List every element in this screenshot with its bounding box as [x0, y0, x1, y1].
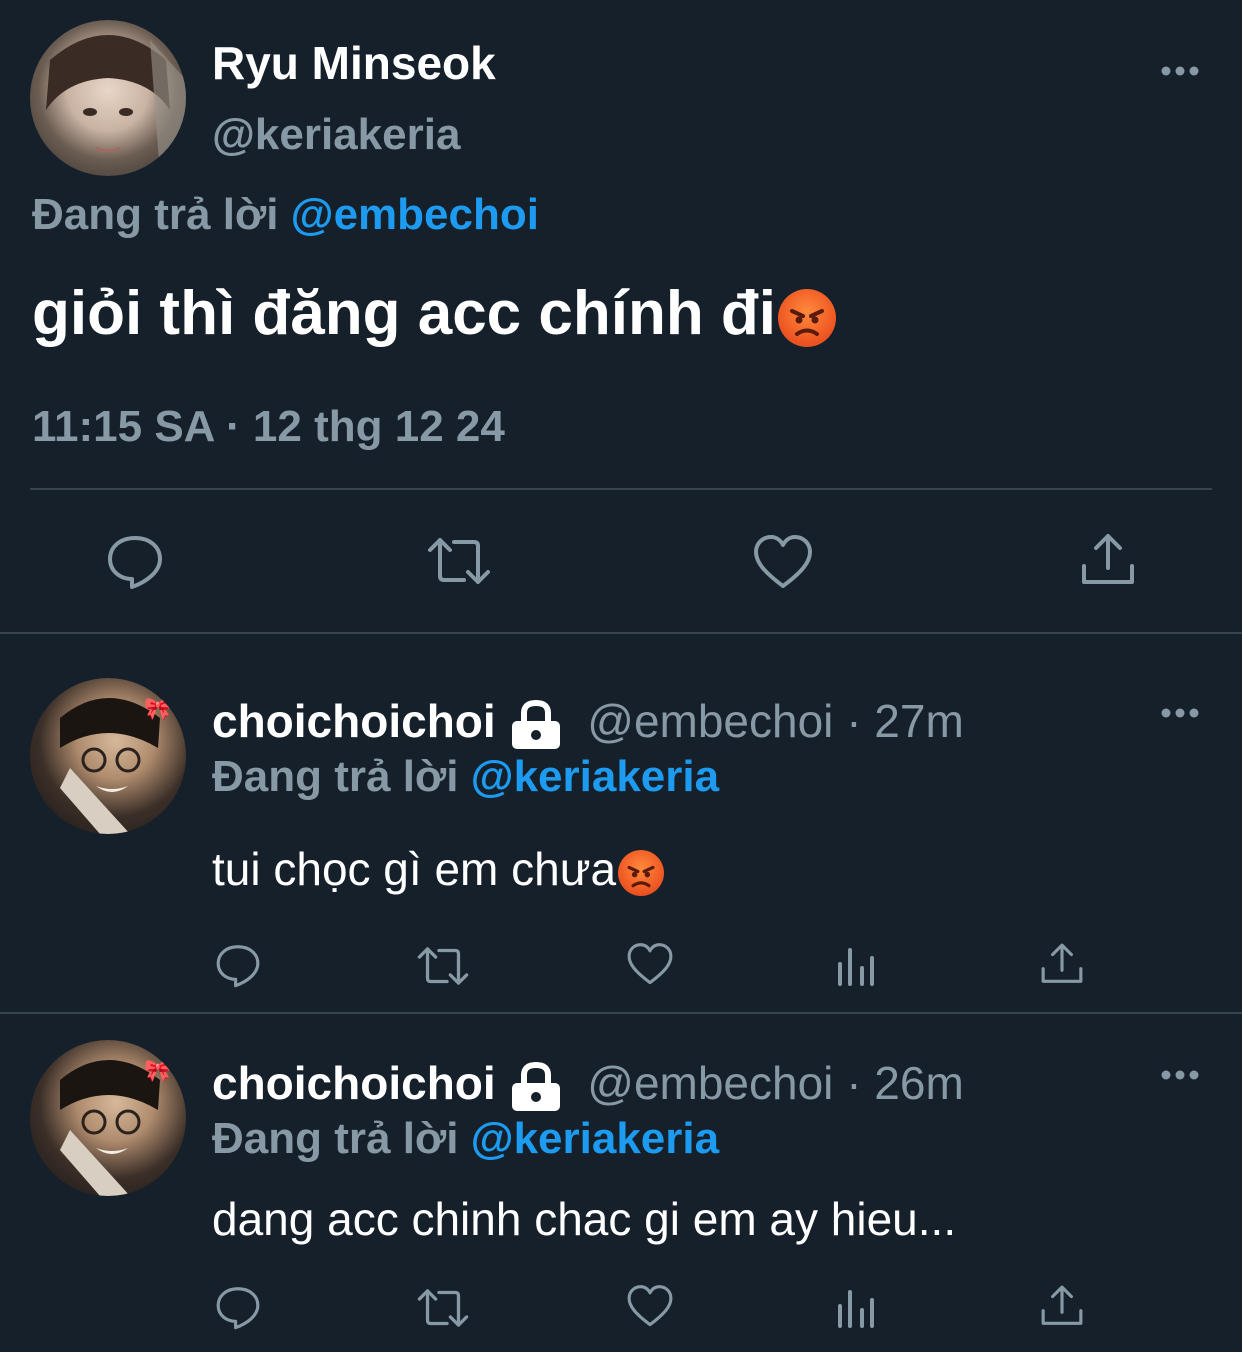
replying-to-link[interactable]: @keriakeria [471, 752, 719, 801]
retweet-icon[interactable] [426, 534, 492, 588]
replying-label: Đang trả lời [32, 190, 279, 239]
reply1-display-name[interactable]: choichoichoi [212, 695, 496, 747]
reply1-header: choichoichoi @embechoi · 27m [212, 694, 964, 751]
divider [30, 488, 1212, 490]
share-icon[interactable] [1040, 1284, 1084, 1328]
reply2-handle[interactable]: @embechoi [587, 1057, 833, 1109]
reply2-time[interactable]: · 26m [846, 1057, 964, 1109]
analytics-icon[interactable] [836, 944, 876, 986]
like-icon[interactable] [626, 942, 674, 986]
angry-face-icon [778, 288, 837, 347]
reply2-header: choichoichoi @embechoi · 26m [212, 1056, 964, 1113]
main-replying-line: Đang trả lời @embechoi [32, 190, 539, 240]
replying-label: Đang trả lời [212, 1114, 459, 1163]
divider [0, 1012, 1242, 1014]
like-icon[interactable] [752, 534, 814, 590]
reply1-text-line: tui chọc gì em chưa [212, 842, 665, 896]
like-icon[interactable] [626, 1284, 674, 1328]
reply1-time[interactable]: · 27m [846, 695, 964, 747]
main-handle[interactable]: @keriakeria [212, 110, 460, 160]
angry-face-icon [618, 849, 665, 896]
reply1-handle[interactable]: @embechoi [587, 695, 833, 747]
reply2-replying-line: Đang trả lời @keriakeria [212, 1114, 719, 1164]
more-options-icon[interactable] [1160, 706, 1200, 720]
reply2-display-name[interactable]: choichoichoi [212, 1057, 496, 1109]
svg-text:🎀: 🎀 [144, 1059, 171, 1084]
main-timestamp[interactable]: 11:15 SA · 12 thg 12 24 [32, 402, 505, 452]
reply1-text: tui chọc gì em chưa [212, 843, 617, 895]
svg-text:🎀: 🎀 [144, 697, 171, 722]
main-display-name[interactable]: Ryu Minseok [212, 36, 496, 90]
lock-icon [508, 699, 564, 751]
replying-to-link[interactable]: @embechoi [291, 190, 539, 239]
lock-icon [508, 1061, 564, 1113]
replying-to-link[interactable]: @keriakeria [471, 1114, 719, 1163]
reply1-replying-line: Đang trả lời @keriakeria [212, 752, 719, 802]
divider [0, 632, 1242, 634]
reply-icon[interactable] [106, 532, 164, 590]
avatar-keriakeria[interactable] [30, 20, 186, 176]
analytics-icon[interactable] [836, 1286, 876, 1328]
avatar-embechoi[interactable]: 🎀 [30, 678, 186, 834]
retweet-icon[interactable] [416, 944, 470, 988]
main-tweet-text: giỏi thì đăng acc chính đi [32, 279, 777, 348]
replying-label: Đang trả lời [212, 752, 459, 801]
reply-icon[interactable] [214, 942, 262, 988]
more-options-icon[interactable] [1160, 64, 1200, 78]
reply-icon[interactable] [214, 1284, 262, 1330]
reply2-text: dang acc chinh chac gi em ay hieu... [212, 1193, 957, 1245]
main-tweet-text-line: giỏi thì đăng acc chính đi [32, 278, 837, 349]
share-icon[interactable] [1040, 942, 1084, 986]
more-options-icon[interactable] [1160, 1068, 1200, 1082]
avatar-embechoi[interactable]: 🎀 [30, 1040, 186, 1196]
share-icon[interactable] [1080, 532, 1136, 588]
retweet-icon[interactable] [416, 1286, 470, 1330]
